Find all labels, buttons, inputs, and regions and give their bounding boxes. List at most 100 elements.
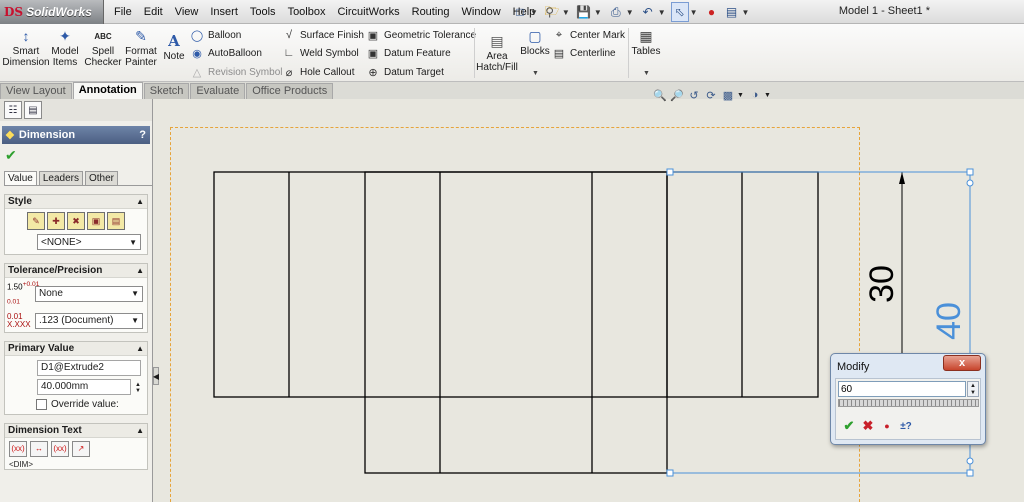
undo-icon[interactable]: ↶ xyxy=(639,2,657,22)
hole-callout-button[interactable]: ⌀ Hole Callout xyxy=(282,63,355,81)
collapse-icon[interactable]: ▲ xyxy=(136,266,144,275)
close-button[interactable]: x xyxy=(943,355,981,371)
selection-handle[interactable] xyxy=(966,168,974,176)
smart-dimension-button[interactable]: ↕ Smart Dimension xyxy=(2,27,49,69)
selection-handle[interactable] xyxy=(966,469,974,477)
center-dimension-icon[interactable]: ↔ xyxy=(30,440,48,457)
new-document-icon[interactable]: □ xyxy=(511,2,529,22)
tab-sketch[interactable]: Sketch xyxy=(143,83,190,99)
value-spinner-icon[interactable]: ▲ ▼ xyxy=(135,382,141,394)
menu-circuitworks[interactable]: CircuitWorks xyxy=(331,6,405,18)
print-dropdown-icon[interactable]: ▼ xyxy=(626,8,634,17)
centerline-button[interactable]: ▤ Centerline xyxy=(552,44,616,62)
checkbox-box[interactable] xyxy=(36,398,47,410)
collapse-icon[interactable]: ▲ xyxy=(136,426,144,435)
thumbwheel-slider[interactable] xyxy=(838,399,979,407)
dimension-text-header[interactable]: Dimension Text ▲ xyxy=(5,423,147,438)
center-mark-button[interactable]: ⌖ Center Mark xyxy=(552,26,625,44)
menu-insert[interactable]: Insert xyxy=(204,6,244,18)
display-style-dropdown-icon[interactable]: ▼ xyxy=(737,92,744,99)
rebuild-traffic-light-icon[interactable]: ● xyxy=(703,2,721,22)
upper-body-outline[interactable] xyxy=(213,171,819,398)
surface-finish-button[interactable]: √ Surface Finish xyxy=(282,26,364,44)
blocks-button[interactable]: ▢ Blocks xyxy=(520,27,550,58)
new-dropdown-icon[interactable]: ▼ xyxy=(530,8,538,17)
tolerance-header[interactable]: Tolerance/Precision ▲ xyxy=(5,264,147,278)
select-dropdown-icon[interactable]: ▼ xyxy=(690,8,698,17)
dimension-40-text[interactable]: 40 xyxy=(930,302,968,340)
datum-target-button[interactable]: ⊕ Datum Target xyxy=(366,63,443,81)
blocks-dropdown-icon[interactable]: ▼ xyxy=(532,70,539,77)
selection-handle[interactable] xyxy=(666,168,674,176)
options-dropdown-icon[interactable]: ▼ xyxy=(742,8,750,17)
tab-evaluate[interactable]: Evaluate xyxy=(190,83,246,99)
style-select[interactable]: <NONE> ▼ xyxy=(37,234,141,250)
menu-file[interactable]: File xyxy=(108,6,138,18)
primary-value-header[interactable]: Primary Value ▲ xyxy=(5,341,147,356)
tables-button[interactable]: ▦ Tables xyxy=(630,27,662,58)
weld-symbol-button[interactable]: ∟ Weld Symbol xyxy=(282,44,359,62)
solidworks-logo[interactable]: DS SolidWorks xyxy=(0,0,104,24)
inspection-dimension-icon[interactable]: (xx) xyxy=(51,440,69,457)
autoballoon-button[interactable]: ◉ AutoBalloon xyxy=(190,44,262,62)
spell-checker-button[interactable]: ABC Spell Checker xyxy=(84,27,122,69)
collapse-icon[interactable]: ▲ xyxy=(136,344,144,353)
add-parentheses-icon[interactable]: (xx) xyxy=(9,440,27,457)
delete-style-icon[interactable]: ✖ xyxy=(67,212,85,230)
dimension-text-content[interactable]: <DIM> xyxy=(5,460,147,469)
add-style-icon[interactable]: ✚ xyxy=(47,212,65,230)
property-manager-icon[interactable]: ▤ xyxy=(24,101,42,119)
file-properties-icon[interactable]: ▤ xyxy=(723,2,741,22)
tab-annotation[interactable]: Annotation xyxy=(72,82,143,99)
menu-window[interactable]: Window xyxy=(456,6,507,18)
open-folder-icon[interactable]: 🗁 xyxy=(543,2,561,22)
feature-manager-tree-icon[interactable]: ☷ xyxy=(4,101,22,119)
selection-handle[interactable] xyxy=(666,469,674,477)
format-painter-button[interactable]: ✎ Format Painter xyxy=(122,27,160,69)
apply-default-style-icon[interactable]: ✎ xyxy=(27,212,45,230)
menu-view[interactable]: View xyxy=(169,6,205,18)
arrow-handle[interactable] xyxy=(966,457,974,465)
cancel-x-icon[interactable]: ✖ xyxy=(859,417,877,435)
note-button[interactable]: A Note xyxy=(162,32,186,62)
precision-select[interactable]: .123 (Document) ▼ xyxy=(35,312,143,329)
model-items-button[interactable]: ✦ Model Items xyxy=(49,27,81,69)
select-pointer-icon[interactable]: ⬁ xyxy=(670,2,689,22)
tab-leaders[interactable]: Leaders xyxy=(38,171,83,185)
value-spinner-icon[interactable]: ▲ ▼ xyxy=(967,381,979,397)
save-style-icon[interactable]: ▣ xyxy=(87,212,105,230)
offset-text-icon[interactable]: ↗ xyxy=(72,440,90,457)
tab-view-layout[interactable]: View Layout xyxy=(0,83,72,99)
print-icon[interactable]: ⎙ xyxy=(607,2,625,22)
reset-spin-increment-icon[interactable]: ±? xyxy=(897,417,915,435)
dimension-30-text[interactable]: 30 xyxy=(863,265,901,303)
lower-body-outline[interactable] xyxy=(364,171,668,474)
tolerance-type-select[interactable]: None ▼ xyxy=(35,285,143,302)
area-hatch-button[interactable]: ▤ Area Hatch/Fill xyxy=(476,32,518,74)
style-header[interactable]: Style ▲ xyxy=(5,195,147,209)
balloon-button[interactable]: ◯ Balloon xyxy=(190,26,242,44)
open-dropdown-icon[interactable]: ▼ xyxy=(562,8,570,17)
tab-other[interactable]: Other xyxy=(84,171,118,185)
ok-check-icon[interactable]: ✔ xyxy=(840,417,858,435)
undo-dropdown-icon[interactable]: ▼ xyxy=(658,8,666,17)
tab-value[interactable]: Value xyxy=(4,171,37,185)
override-value-checkbox[interactable]: Override value: xyxy=(36,398,147,410)
panel-splitter-handle[interactable]: ◀ xyxy=(153,367,159,385)
tab-office-products[interactable]: Office Products xyxy=(246,83,334,99)
menu-toolbox[interactable]: Toolbox xyxy=(282,6,332,18)
dimension-name-field[interactable]: D1@Extrude2 xyxy=(37,359,141,376)
datum-feature-button[interactable]: ▣ Datum Feature xyxy=(366,44,451,62)
revision-symbol-button[interactable]: △ Revision Symbol xyxy=(190,63,283,81)
menu-edit[interactable]: Edit xyxy=(138,6,169,18)
dimension-value-field[interactable]: 40.000mm xyxy=(37,378,131,395)
tables-dropdown-icon[interactable]: ▼ xyxy=(643,70,650,77)
arrow-handle[interactable] xyxy=(966,179,974,187)
save-dropdown-icon[interactable]: ▼ xyxy=(594,8,602,17)
load-style-icon[interactable]: ▤ xyxy=(107,212,125,230)
menu-routing[interactable]: Routing xyxy=(406,6,456,18)
hide-show-dropdown-icon[interactable]: ▼ xyxy=(764,92,771,99)
save-icon[interactable]: 💾 xyxy=(575,2,593,22)
rebuild-traffic-light-icon[interactable]: ● xyxy=(878,417,896,435)
menu-tools[interactable]: Tools xyxy=(244,6,282,18)
